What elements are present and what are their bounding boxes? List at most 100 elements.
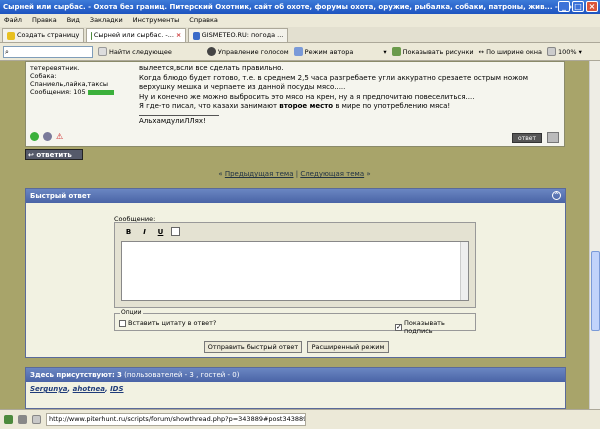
quote-icon[interactable]	[547, 132, 559, 143]
post-author-info: тетеревятник. Собака: Спаниель,лайка,так…	[30, 64, 130, 96]
tab-close-icon[interactable]: ×	[176, 29, 181, 42]
author-messages: Сообщения: 105	[30, 88, 130, 96]
menu-view[interactable]: Вид	[67, 14, 80, 27]
post-text-line: Я где-то писал, что казахи занимают втор…	[139, 102, 559, 112]
status-bar: http://www.piterhunt.ru/scripts/forum/sh…	[0, 409, 600, 429]
online-user-link[interactable]: ahotnea	[73, 385, 105, 393]
prev-thread-link[interactable]: Предыдущая тема	[225, 170, 294, 178]
author-mode-icon	[293, 47, 303, 56]
window-titlebar: Сырней или сырбас. - Охота без границ. П…	[0, 0, 600, 14]
post-status-icons: ⚠	[30, 132, 66, 141]
post-reply-button[interactable]: ответ	[512, 133, 542, 143]
search-icon: ⌕	[5, 47, 9, 56]
tab-new-page[interactable]: Создать страницу	[2, 28, 85, 42]
zoom-select[interactable]: 100% ▾	[546, 47, 582, 56]
signature-divider	[139, 114, 219, 116]
show-images-label: Показывать рисунки	[402, 47, 474, 56]
nav-separator: |	[295, 170, 299, 178]
gismeteo-favicon-icon	[193, 31, 200, 40]
collapse-icon[interactable]: ^	[552, 191, 561, 200]
zoom-chevron-down-icon: ▾	[578, 47, 582, 56]
menu-help[interactable]: Справка	[189, 14, 218, 27]
reply-button[interactable]: ↩ ответить	[25, 149, 83, 160]
voice-control-label: Управление голосом	[217, 47, 289, 56]
post-text-line: вылеется,всли все сделать правильно.	[139, 64, 284, 72]
panel-toggle-icon[interactable]	[4, 415, 13, 424]
message-editor: B I U	[114, 222, 476, 308]
security-icon	[32, 415, 41, 424]
textarea-scrollbar[interactable]	[460, 242, 468, 300]
author-mode-button[interactable]: Режим автора ▾	[293, 47, 387, 56]
online-users-list: Sergunya, ahotnea, IDS	[30, 385, 124, 393]
zoom-value: 100%	[557, 47, 577, 56]
advanced-mode-button[interactable]: Расширенный режим	[307, 341, 389, 353]
images-icon	[391, 47, 401, 56]
signature-option-label: Показывать подпись	[404, 319, 445, 335]
speed-dial-icon[interactable]	[18, 415, 27, 424]
bold-button[interactable]: B	[123, 227, 134, 237]
scrollbar-thumb[interactable]	[591, 251, 600, 331]
underline-button[interactable]: U	[155, 227, 166, 237]
signature-option[interactable]: ✓ Показывать подпись	[395, 319, 475, 335]
quick-reply-header: Быстрый ответ ^	[26, 189, 565, 203]
tab-forum-thread[interactable]: Сырней или сырбас. -... ×	[86, 28, 187, 42]
window-controls: _ □ ×	[558, 1, 598, 12]
next-thread-link[interactable]: Следующая тема	[300, 170, 364, 178]
minimize-button[interactable]: _	[558, 1, 570, 12]
editor-toolbar: B I U	[123, 227, 180, 237]
online-users-header: Здесь присутствуют: 3 (пользователей - 3…	[26, 368, 565, 382]
post-body: вылеется,всли все сделать правильно. Ког…	[139, 64, 559, 126]
browser-toolbar: ⌕ Найти следующее Управление голосом Реж…	[0, 43, 600, 61]
reply-arrow-icon: ↩	[28, 151, 34, 159]
maximize-button[interactable]: □	[572, 1, 584, 12]
menu-file[interactable]: Файл	[4, 14, 22, 27]
voice-control-button[interactable]: Управление голосом	[206, 47, 289, 56]
find-input[interactable]: ⌕	[3, 45, 93, 58]
online-users-count: 3	[117, 371, 122, 379]
author-messages-label: Сообщения: 105	[30, 88, 86, 96]
post-text-line: верхушку мешка и черпаете из данной посу…	[139, 83, 346, 91]
quote-insert-icon[interactable]	[171, 227, 180, 236]
fit-width-label: По ширине окна	[486, 47, 542, 56]
fit-width-icon: ↔	[478, 47, 485, 56]
menu-bookmarks[interactable]: Закладки	[90, 14, 123, 27]
post-signature: АльхамдулиЛЛях!	[139, 116, 206, 125]
author-info-line: Собака:	[30, 72, 57, 80]
microphone-icon	[206, 47, 216, 56]
status-url: http://www.piterhunt.ru/scripts/forum/sh…	[46, 413, 306, 426]
find-next-button[interactable]: Найти следующее	[98, 47, 172, 56]
tab-gismeteo[interactable]: GISMETEO.RU: погода ...	[188, 28, 289, 42]
post-bold-phrase: второе место	[279, 102, 334, 110]
post-text-segment: в мире по употреблению мяса!	[333, 102, 451, 110]
signature-checkbox[interactable]: ✓	[395, 323, 402, 331]
quote-option[interactable]: Вставить цитату в ответ?	[119, 319, 216, 327]
chevron-down-icon[interactable]: ▾	[383, 48, 386, 56]
message-textarea[interactable]	[121, 241, 469, 301]
zoom-icon	[546, 47, 556, 56]
online-users-label: Здесь присутствуют:	[30, 371, 115, 379]
reputation-bar	[87, 89, 114, 95]
profile-icon[interactable]	[43, 132, 52, 141]
tab-gismeteo-label: GISMETEO.RU: погода ...	[201, 31, 284, 39]
show-images-button[interactable]: Показывать рисунки	[391, 47, 474, 56]
thread-navigation: « Предыдущая тема | Следующая тема »	[0, 170, 589, 178]
send-quick-reply-button[interactable]: Отправить быстрый ответ	[204, 341, 302, 353]
online-user-link[interactable]: IDS	[110, 385, 123, 393]
close-button[interactable]: ×	[586, 1, 598, 12]
find-next-label: Найти следующее	[109, 47, 172, 56]
tab-new-page-label: Создать страницу	[17, 31, 80, 39]
post-text-segment: Я где-то писал, что казахи занимают	[139, 102, 278, 110]
online-status-icon	[30, 132, 39, 141]
fit-width-button[interactable]: ↔ По ширине окна	[479, 48, 542, 56]
italic-button[interactable]: I	[139, 227, 150, 237]
menu-edit[interactable]: Правка	[32, 14, 57, 27]
page-scrollbar[interactable]	[589, 61, 600, 409]
online-users-panel: Здесь присутствуют: 3 (пользователей - 3…	[25, 367, 566, 409]
new-page-icon	[7, 31, 15, 40]
quick-reply-title: Быстрый ответ	[30, 192, 91, 200]
menu-tools[interactable]: Инструменты	[133, 14, 180, 27]
author-mode-label: Режим автора	[304, 47, 354, 56]
online-user-link[interactable]: Sergunya	[30, 385, 68, 393]
warning-icon[interactable]: ⚠	[56, 132, 66, 141]
quote-checkbox[interactable]	[119, 319, 126, 327]
